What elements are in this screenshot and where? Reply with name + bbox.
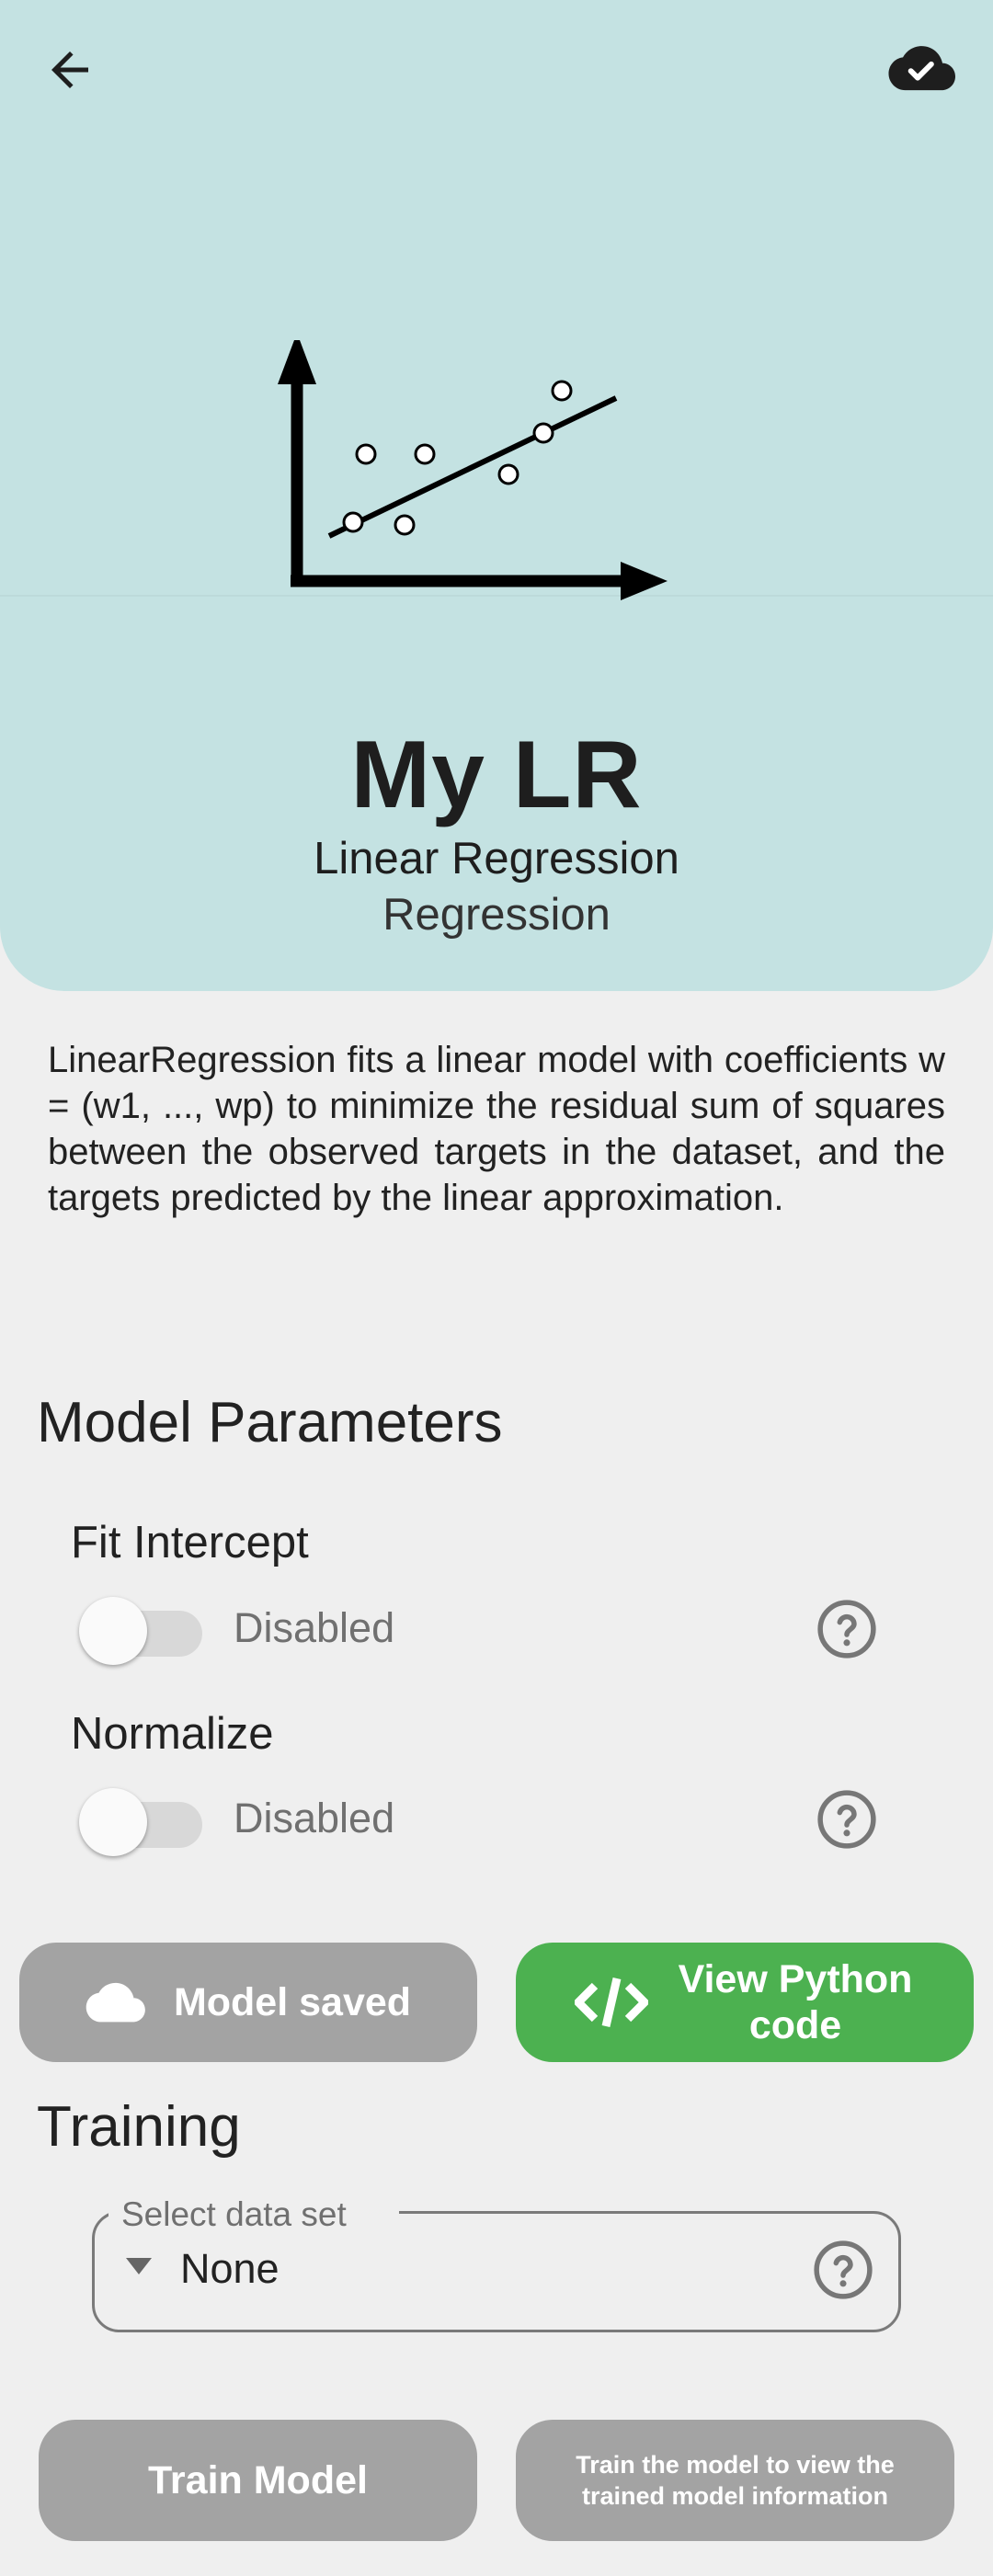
x-axis-arrowhead [621,562,668,600]
train-model-button[interactable]: Train Model [39,2420,477,2541]
dataset-select-label: Select data set [121,2195,347,2233]
help-icon[interactable] [816,1789,877,1850]
model-type: Linear Regression [314,834,679,883]
dropdown-arrow-icon[interactable] [126,2258,152,2274]
trained-model-info-button[interactable]: Train the model to view the trained mode… [516,2420,954,2541]
dataset-select-value: None [180,2245,280,2292]
linear-regression-illustration [278,340,668,600]
data-point [532,422,554,444]
param-label-fit-intercept: Fit Intercept [71,1518,309,1567]
model-name: My LR [350,722,643,828]
help-icon[interactable] [816,1599,877,1659]
cloud-check-icon[interactable] [888,42,956,94]
view-python-code-button[interactable]: View Python code [516,1943,974,2062]
parameters-section-title: Model Parameters [37,1391,503,1454]
back-arrow-icon[interactable] [42,42,97,97]
param-label-normalize: Normalize [71,1709,274,1759]
model-description: LinearRegression fits a linear model wit… [48,1040,945,1218]
trained-model-info-label: Train the model to view the trained mode… [576,2451,895,2510]
regression-line [327,395,618,539]
data-point [414,443,436,465]
y-axis-arrowhead [278,340,316,384]
view-python-code-label: View Python code [678,1957,913,2047]
data-point [355,443,377,465]
help-icon[interactable] [813,2240,873,2300]
normalize-toggle[interactable] [79,1784,204,1857]
normalize-status: Disabled [234,1795,395,1841]
model-category: Regression [382,890,611,940]
model-saved-label: Model saved [173,1980,412,2024]
data-point [497,463,519,485]
cloud-icon [86,1982,145,2023]
data-point [394,514,416,536]
model-saved-button[interactable]: Model saved [19,1943,477,2062]
fit-intercept-toggle[interactable] [79,1592,204,1666]
code-icon [575,1977,648,2028]
training-section-title: Training [37,2095,241,2159]
data-point [551,380,573,402]
data-point [342,511,364,533]
toggle-thumb [79,1597,147,1665]
train-model-label: Train Model [148,2458,368,2502]
fit-intercept-status: Disabled [234,1604,395,1651]
toggle-thumb [79,1788,147,1856]
